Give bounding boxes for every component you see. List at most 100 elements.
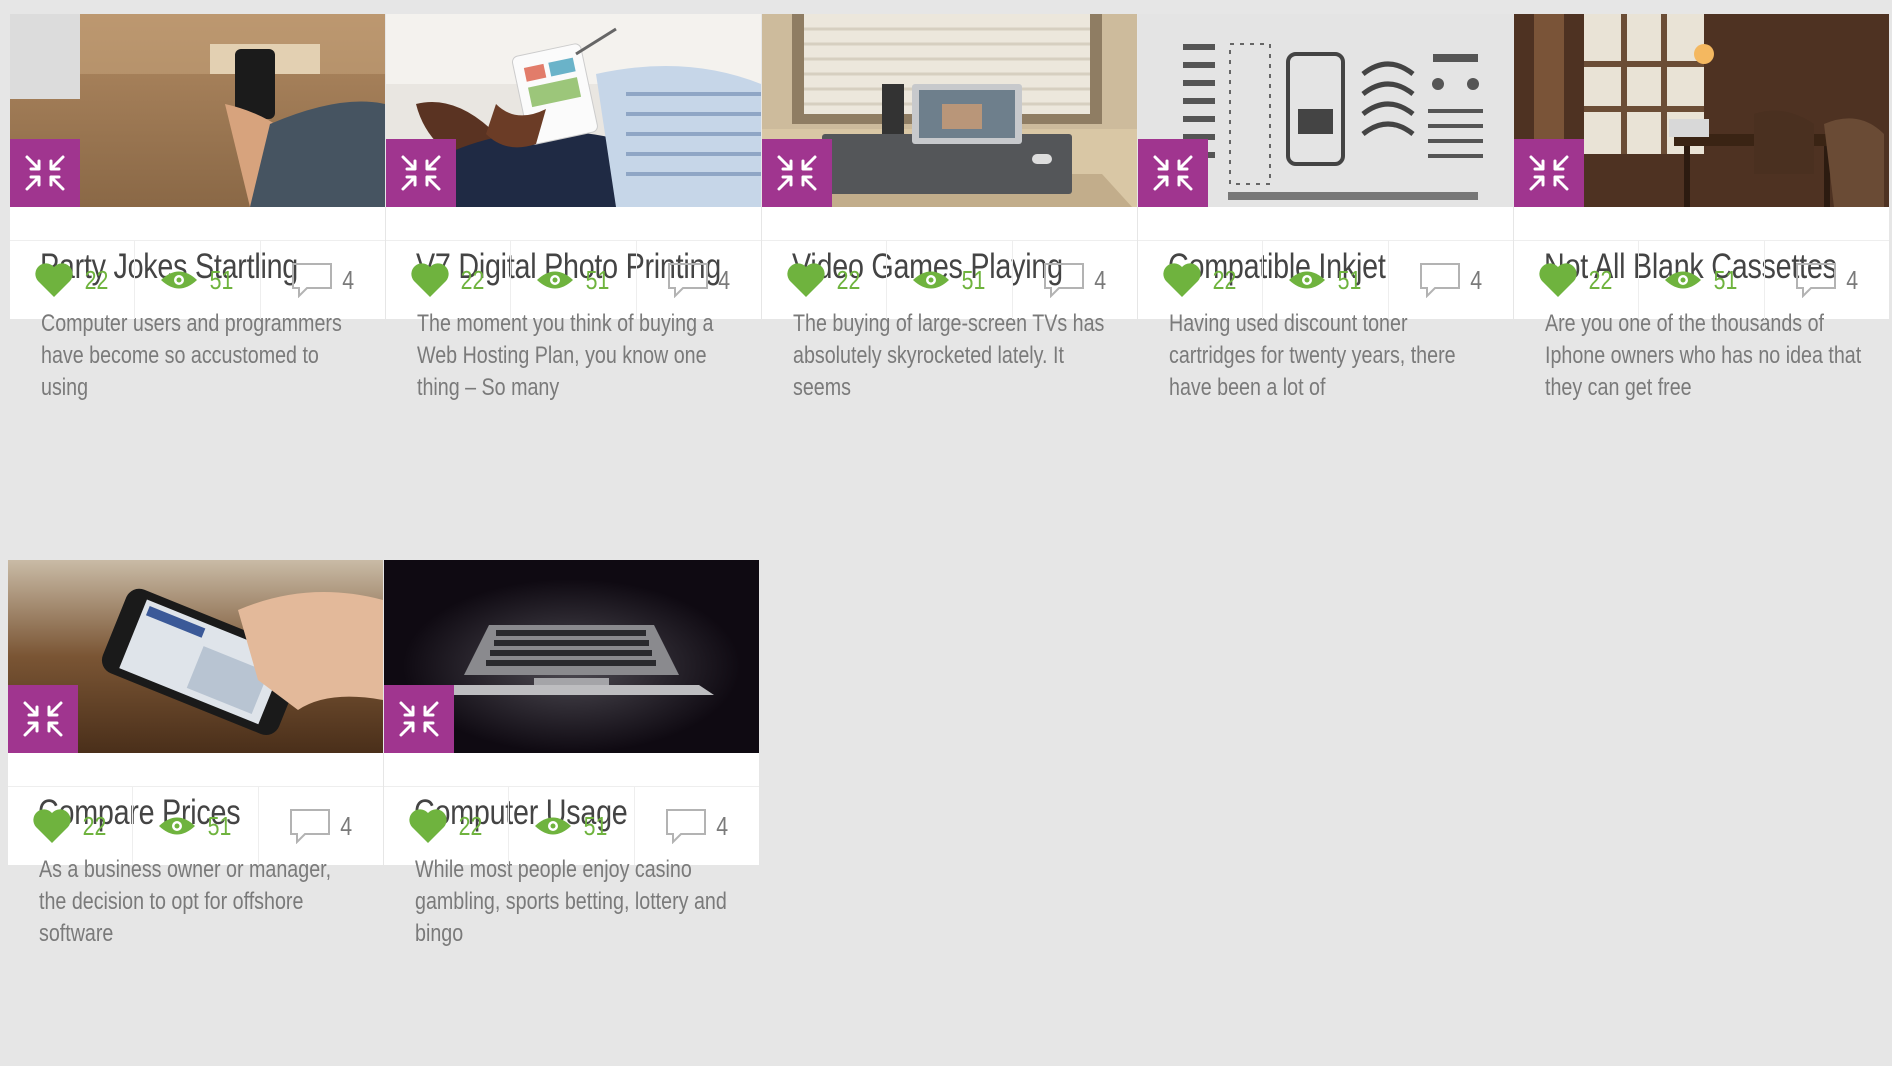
- comments-button[interactable]: 4: [1765, 241, 1889, 319]
- collapse-badge[interactable]: [8, 685, 78, 753]
- like-button[interactable]: 22: [8, 787, 134, 865]
- like-count: 22: [836, 264, 861, 295]
- eye-icon: [537, 271, 574, 289]
- collapse-badge[interactable]: [1138, 139, 1208, 207]
- post-card[interactable]: Compatible Inkjet Having used discount t…: [1138, 14, 1513, 401]
- post-image[interactable]: [1138, 14, 1513, 207]
- like-button[interactable]: 22: [10, 241, 136, 319]
- views-stat: 51: [1263, 241, 1389, 319]
- comments-button[interactable]: 4: [1389, 241, 1513, 319]
- like-count: 22: [1588, 264, 1613, 295]
- collapse-badge[interactable]: [762, 139, 832, 207]
- eye-icon: [913, 271, 950, 289]
- comments-button[interactable]: 4: [637, 241, 761, 319]
- comment-count: 4: [341, 264, 354, 295]
- post-card[interactable]: Not All Blank Cassettes Are you one of t…: [1514, 14, 1889, 401]
- comments-button[interactable]: 4: [261, 241, 385, 319]
- view-count: 51: [209, 264, 234, 295]
- comments-button[interactable]: 4: [1013, 241, 1137, 319]
- post-image[interactable]: [8, 560, 383, 753]
- view-count: 51: [961, 264, 986, 295]
- post-image[interactable]: [384, 560, 759, 753]
- post-image[interactable]: [762, 14, 1137, 207]
- comment-icon: [1043, 263, 1084, 298]
- post-stats: 22 51 4: [10, 240, 385, 319]
- like-button[interactable]: 22: [384, 787, 510, 865]
- comment-count: 4: [339, 810, 352, 841]
- like-count: 22: [84, 264, 109, 295]
- post-card[interactable]: Computer Usage While most people enjoy c…: [384, 560, 759, 947]
- post-excerpt: The buying of large-screen TVs has absol…: [793, 310, 1105, 401]
- post-excerpt: Are you one of the thousands of Iphone o…: [1545, 310, 1862, 401]
- post-image[interactable]: [1514, 14, 1889, 207]
- eye-icon: [161, 271, 198, 289]
- like-button[interactable]: 22: [762, 241, 888, 319]
- comments-button[interactable]: 4: [259, 787, 383, 865]
- eye-icon: [1665, 271, 1702, 289]
- eye-icon: [159, 817, 196, 835]
- post-stats: 22 51 4: [8, 786, 383, 865]
- collapse-arrows-icon: [777, 155, 817, 191]
- heart-icon: [411, 263, 449, 297]
- collapse-arrows-icon: [1153, 155, 1193, 191]
- views-stat: 51: [509, 787, 635, 865]
- post-card[interactable]: Video Games Playing The buying of large-…: [762, 14, 1137, 401]
- collapse-badge[interactable]: [384, 685, 454, 753]
- comment-icon: [291, 263, 332, 298]
- collapse-arrows-icon: [25, 155, 65, 191]
- comments-button[interactable]: 4: [635, 787, 759, 865]
- like-button[interactable]: 22: [1138, 241, 1264, 319]
- comment-count: 4: [715, 810, 728, 841]
- like-count: 22: [458, 810, 483, 841]
- comment-count: 4: [1845, 264, 1858, 295]
- heart-icon: [33, 809, 71, 843]
- post-image[interactable]: [386, 14, 761, 207]
- post-stats: 22 51 4: [762, 240, 1137, 319]
- collapse-badge[interactable]: [1514, 139, 1584, 207]
- post-image[interactable]: [10, 14, 385, 207]
- like-button[interactable]: 22: [386, 241, 512, 319]
- heart-icon: [1163, 263, 1201, 297]
- view-count: 51: [207, 810, 232, 841]
- view-count: 51: [1337, 264, 1362, 295]
- collapse-arrows-icon: [23, 701, 63, 737]
- views-stat: 51: [135, 241, 261, 319]
- post-excerpt: Having used discount toner cartridges fo…: [1169, 310, 1456, 401]
- views-stat: 51: [887, 241, 1013, 319]
- view-count: 51: [1713, 264, 1738, 295]
- collapse-badge[interactable]: [386, 139, 456, 207]
- like-count: 22: [1212, 264, 1237, 295]
- eye-icon: [1289, 271, 1326, 289]
- collapse-arrows-icon: [399, 701, 439, 737]
- like-count: 22: [460, 264, 485, 295]
- view-count: 51: [585, 264, 610, 295]
- comment-icon: [1795, 263, 1836, 298]
- views-stat: 51: [1639, 241, 1765, 319]
- heart-icon: [35, 263, 73, 297]
- heart-icon: [1539, 263, 1577, 297]
- collapse-badge[interactable]: [10, 139, 80, 207]
- views-stat: 51: [511, 241, 637, 319]
- like-button[interactable]: 22: [1514, 241, 1640, 319]
- post-card[interactable]: V7 Digital Photo Printing The moment you…: [386, 14, 761, 401]
- post-excerpt: The moment you think of buying a Web Hos…: [417, 310, 714, 401]
- post-excerpt: As a business owner or manager, the deci…: [39, 856, 332, 947]
- post-stats: 22 51 4: [1138, 240, 1513, 319]
- comment-count: 4: [1093, 264, 1106, 295]
- comment-icon: [289, 809, 330, 844]
- post-card[interactable]: Compare Prices As a business owner or ma…: [8, 560, 383, 947]
- post-stats: 22 51 4: [384, 786, 759, 865]
- comment-count: 4: [717, 264, 730, 295]
- comment-count: 4: [1469, 264, 1482, 295]
- comment-icon: [1419, 263, 1460, 298]
- post-card[interactable]: Party Jokes Startling Computer users and…: [10, 14, 385, 401]
- view-count: 51: [583, 810, 608, 841]
- heart-icon: [787, 263, 825, 297]
- comment-icon: [665, 809, 706, 844]
- post-stats: 22 51 4: [386, 240, 761, 319]
- comment-icon: [667, 263, 708, 298]
- post-stats: 22 51 4: [1514, 240, 1889, 319]
- views-stat: 51: [133, 787, 259, 865]
- post-excerpt: While most people enjoy casino gambling,…: [415, 856, 727, 947]
- collapse-arrows-icon: [1529, 155, 1569, 191]
